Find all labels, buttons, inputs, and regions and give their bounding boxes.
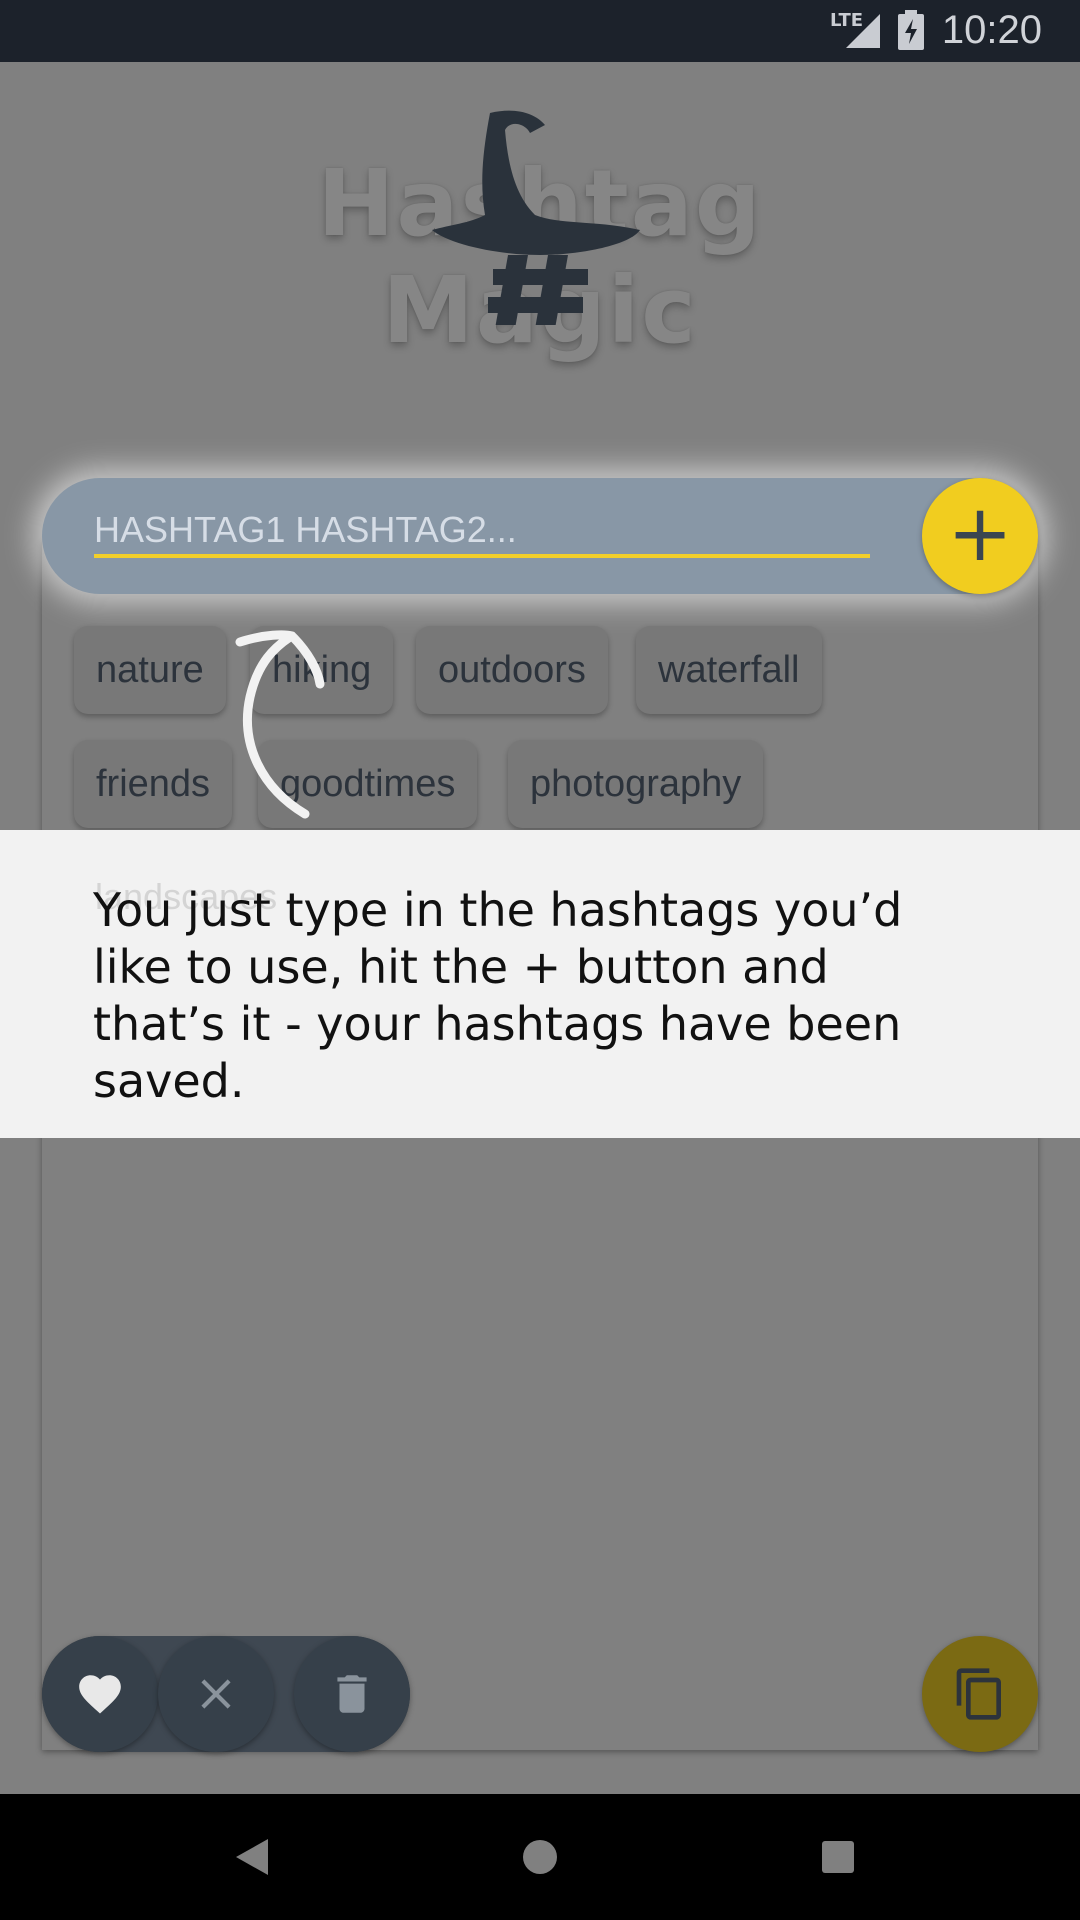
hashtag-chip[interactable]: outdoors: [416, 626, 608, 714]
hashtag-input[interactable]: HASHTAG1 HASHTAG2...: [94, 506, 870, 558]
plus-icon: +: [947, 489, 1013, 579]
navigation-bar: [0, 1794, 1080, 1920]
signal-icon: [846, 14, 880, 48]
recents-icon[interactable]: [808, 1827, 868, 1887]
home-icon[interactable]: [510, 1827, 570, 1887]
hashtag-input-bar: HASHTAG1 HASHTAG2...: [42, 478, 1038, 594]
clear-button[interactable]: [158, 1636, 274, 1752]
status-bar: LTE 10:20: [0, 0, 1080, 62]
tutorial-panel: landscapes You just type in the hashtags…: [0, 830, 1080, 1138]
hashtag-chip[interactable]: photography: [508, 740, 764, 828]
add-button[interactable]: +: [922, 478, 1038, 594]
heart-icon: [79, 1675, 121, 1714]
hashtag-chip[interactable]: waterfall: [636, 626, 822, 714]
back-icon[interactable]: [222, 1827, 282, 1887]
tutorial-text: You just type in the hashtags you’d like…: [93, 883, 903, 1108]
hashtag-chip[interactable]: friends: [74, 740, 233, 828]
copy-button[interactable]: [922, 1636, 1038, 1752]
wizard-hat-hashtag-icon: [432, 110, 640, 325]
clock: 10:20: [941, 8, 1042, 52]
hashtag-card: [42, 540, 1038, 1750]
trash-icon: [337, 1675, 367, 1713]
copy-icon: [956, 1668, 1001, 1720]
close-icon: [201, 1679, 231, 1709]
favorite-button[interactable]: [42, 1636, 158, 1752]
delete-button[interactable]: [294, 1636, 410, 1752]
hashtag-chip[interactable]: nature: [74, 626, 226, 714]
tutorial-arrow-icon: [235, 630, 325, 819]
battery-charging-icon: [898, 10, 924, 50]
app-logo: Hashtag Magic: [0, 90, 1080, 364]
